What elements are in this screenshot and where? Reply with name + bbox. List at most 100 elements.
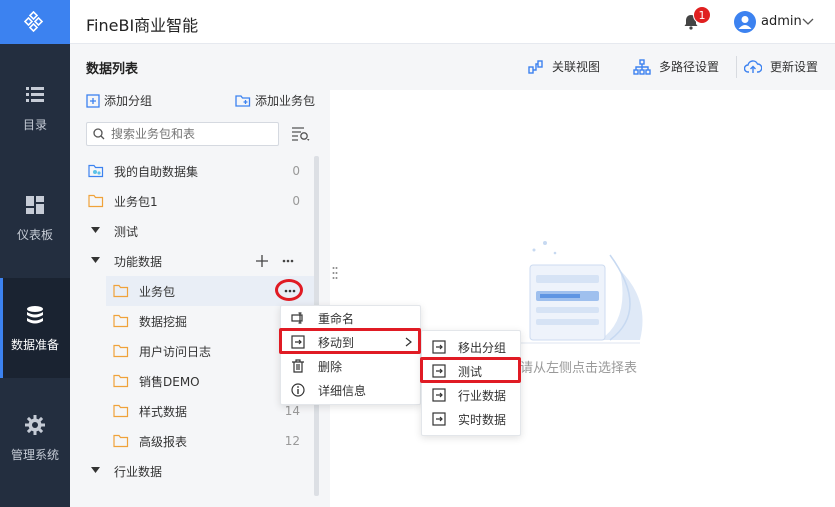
- highlight-box: [279, 328, 421, 354]
- nav-item-data-prep[interactable]: 数据准备: [0, 278, 70, 378]
- menu-item-label: 删除: [318, 359, 343, 374]
- relation-view-button[interactable]: 关联视图: [528, 58, 600, 75]
- list-item[interactable]: 业务包1 0: [70, 186, 314, 216]
- chevron-down-icon[interactable]: [802, 15, 814, 27]
- folder-icon: [113, 314, 129, 328]
- caret-down-icon: [91, 467, 100, 473]
- app-logo[interactable]: [0, 0, 70, 44]
- nav-item-label: 目录: [22, 117, 47, 132]
- list-item-label: 业务包1: [114, 194, 158, 209]
- cloud-upload-icon: [744, 59, 762, 73]
- avatar[interactable]: [734, 11, 756, 33]
- trash-icon: [292, 359, 304, 373]
- submenu-item-label: 实时数据: [458, 412, 507, 427]
- nav-item-admin[interactable]: 管理系统: [0, 388, 70, 488]
- toolbar-divider: [736, 56, 737, 78]
- content-area: 请从左侧点击选择表: [330, 90, 835, 507]
- search-box[interactable]: [86, 122, 279, 146]
- list-item[interactable]: 用户访问日志: [70, 336, 314, 366]
- list-item-label: 用户访问日志: [139, 344, 212, 359]
- hierarchy-icon: [633, 58, 651, 75]
- search-input[interactable]: [111, 126, 271, 142]
- nav-item-dashboard[interactable]: 仪表板: [0, 168, 70, 268]
- folder-icon: [113, 434, 129, 448]
- add-package-button[interactable]: 添加业务包: [235, 92, 315, 109]
- group-item[interactable]: 行业数据: [70, 456, 314, 486]
- group-label: 功能数据: [114, 254, 163, 269]
- folder-icon: [113, 284, 129, 298]
- info-icon: [291, 383, 305, 397]
- folder-icon: [88, 194, 104, 208]
- multi-path-button[interactable]: 多路径设置: [633, 58, 719, 75]
- empty-state-text: 请从左侧点击选择表: [520, 361, 638, 376]
- submenu-item-realtime-data[interactable]: 实时数据: [422, 407, 520, 431]
- list-item-label: 我的自助数据集: [114, 164, 199, 179]
- user-icon: [738, 16, 752, 29]
- nav-item-label: 数据准备: [10, 337, 59, 352]
- group-label: 行业数据: [114, 464, 163, 479]
- group-item[interactable]: 功能数据: [70, 246, 314, 276]
- rename-icon: [291, 312, 303, 324]
- logo-icon: [24, 11, 44, 33]
- database-icon: [27, 305, 43, 323]
- menu-item-label: 重命名: [318, 311, 355, 326]
- tool-label: 关联视图: [552, 60, 601, 74]
- menu-item-rename[interactable]: 重命名: [281, 306, 420, 330]
- folder-icon: [113, 404, 129, 418]
- drag-handle-icon[interactable]: [332, 266, 338, 280]
- context-menu: 重命名 移动到 删除 详细信息: [280, 305, 421, 405]
- list-item[interactable]: 销售DEMO: [70, 366, 314, 396]
- tool-label: 多路径设置: [659, 60, 720, 74]
- top-header: FineBI商业智能 1 admin: [70, 0, 835, 44]
- item-count: 14: [284, 404, 300, 418]
- submenu-item-remove-group[interactable]: 移出分组: [422, 335, 520, 359]
- highlight-circle: [275, 279, 303, 301]
- move-icon: [432, 388, 446, 402]
- list-item-label: 业务包: [139, 284, 176, 299]
- search-icon: [93, 128, 105, 140]
- item-count: 0: [292, 164, 300, 178]
- self-dataset-icon: [88, 164, 104, 178]
- list-item[interactable]: 我的自助数据集 0: [70, 156, 314, 186]
- submenu-item-label: 移出分组: [458, 340, 507, 355]
- group-label: 测试: [114, 224, 139, 239]
- list-item[interactable]: 高级报表 12: [70, 426, 314, 456]
- menu-item-label: 详细信息: [318, 383, 367, 398]
- update-settings-button[interactable]: 更新设置: [744, 58, 818, 75]
- dashboard-icon: [26, 195, 44, 214]
- add-group-button[interactable]: 添加分组: [86, 92, 152, 109]
- item-count: 0: [292, 194, 300, 208]
- more-icon[interactable]: [282, 259, 294, 263]
- empty-illustration: [520, 241, 643, 344]
- item-count: 12: [284, 434, 300, 448]
- list-icon: [26, 86, 44, 102]
- list-item[interactable]: 数据挖掘: [70, 306, 314, 336]
- caret-down-icon: [91, 257, 100, 263]
- filter-icon[interactable]: [290, 125, 312, 143]
- list-item-label: 高级报表: [139, 434, 188, 449]
- folder-icon: [113, 344, 129, 358]
- panel-toolbar: 数据列表 关联视图 多路径设置 更新设置: [70, 44, 835, 90]
- left-nav: 目录 仪表板 数据准备 管理系统: [0, 0, 70, 507]
- move-icon: [432, 412, 446, 426]
- plus-icon[interactable]: [256, 255, 268, 267]
- relation-icon: [528, 59, 543, 74]
- nav-item-catalog[interactable]: 目录: [0, 58, 70, 158]
- gear-icon: [25, 414, 45, 435]
- menu-item-details[interactable]: 详细信息: [281, 378, 420, 402]
- tool-label: 更新设置: [770, 60, 819, 74]
- nav-item-label: 管理系统: [10, 447, 59, 462]
- submenu-item-industry-data[interactable]: 行业数据: [422, 383, 520, 407]
- add-package-label: 添加业务包: [255, 94, 316, 108]
- add-folder-icon: [235, 94, 251, 107]
- folder-icon: [113, 374, 129, 388]
- username[interactable]: admin: [761, 14, 802, 29]
- menu-item-delete[interactable]: 删除: [281, 354, 420, 378]
- submenu-item-label: 行业数据: [458, 388, 507, 403]
- move-icon: [432, 340, 446, 354]
- notification-badge: 1: [693, 6, 711, 24]
- add-group-label: 添加分组: [104, 94, 153, 108]
- list-item[interactable]: 样式数据 14: [70, 396, 314, 426]
- list-item-label: 样式数据: [139, 404, 188, 419]
- group-item[interactable]: 测试: [70, 216, 314, 246]
